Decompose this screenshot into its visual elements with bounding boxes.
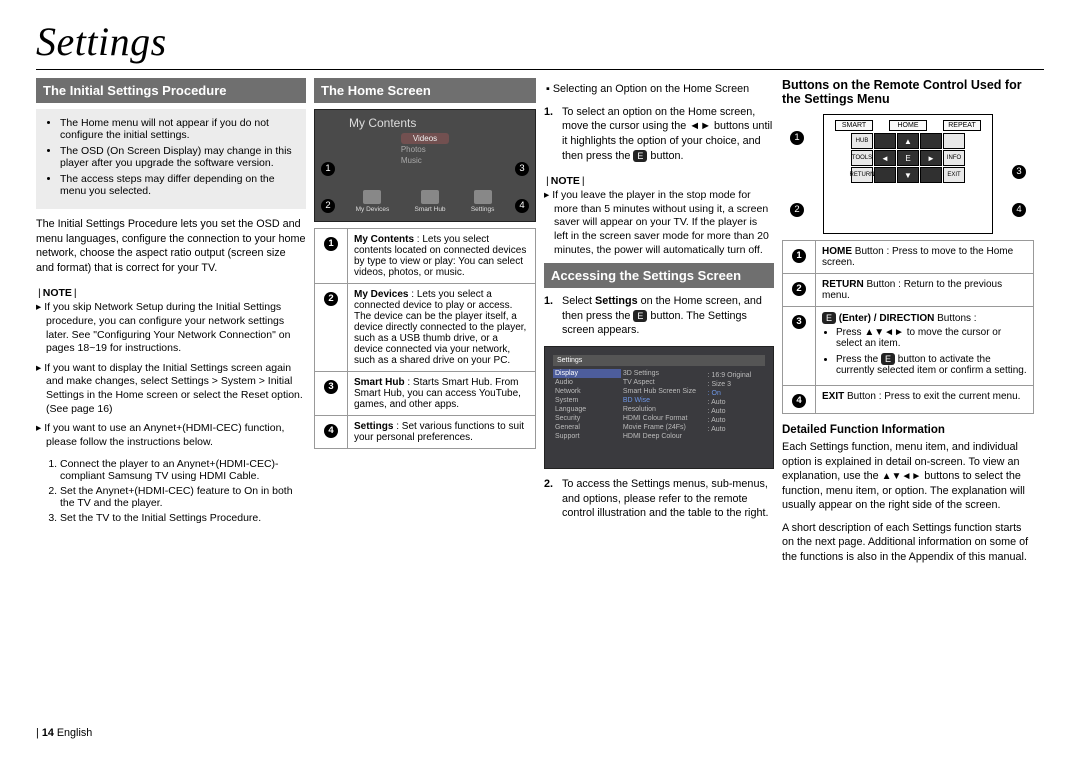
remote-btn: REPEAT	[943, 120, 981, 131]
section-home-screen: The Home Screen	[314, 78, 536, 103]
screen-menu: Videos Photos Music	[401, 133, 449, 167]
anynet-steps: Connect the player to an Anynet+(HDMI-CE…	[52, 458, 306, 527]
screen-title: My Contents	[315, 116, 535, 130]
up-arrow-icon: ▲	[897, 133, 919, 149]
screen-icon-row: My Devices Smart Hub Settings	[315, 190, 535, 213]
enter-button-icon: E	[881, 353, 895, 365]
callout-4-icon: 4	[1012, 203, 1026, 217]
home-callout-table: 1 My Contents : Lets you select contents…	[314, 228, 536, 449]
select-option-head: ▪ Selecting an Option on the Home Screen	[554, 82, 774, 97]
detail-p1: Each Settings function, menu item, and i…	[782, 440, 1034, 513]
step: 2. To access the Settings menus, sub-men…	[544, 477, 774, 521]
callout-3-icon: 3	[515, 162, 529, 176]
direction-arrows-icon: ▲▼◄►	[864, 327, 904, 338]
remote-btn: SMART	[835, 120, 873, 131]
callout-2-icon: 2	[790, 203, 804, 217]
section-accessing: Accessing the Settings Screen	[544, 263, 774, 288]
smarthub-icon	[421, 190, 439, 204]
step: 1. Select Settings on the Home screen, a…	[544, 294, 774, 338]
box-note: The access steps may differ depending on…	[60, 173, 296, 197]
detail-heading: Detailed Function Information	[782, 424, 1034, 436]
columns: The Initial Settings Procedure The Home …	[36, 78, 1044, 573]
col-2: The Home Screen My Contents Videos Photo…	[314, 78, 536, 573]
box-note: The Home menu will not appear if you do …	[60, 117, 296, 141]
left-arrow-icon: ◄	[874, 150, 896, 166]
note-item: If you skip Network Setup during the Ini…	[46, 301, 306, 356]
col-4: Buttons on the Remote Control Used for t…	[782, 78, 1034, 573]
settings-screen-preview: Settings Display Audio Network System La…	[544, 346, 774, 469]
box-note: The OSD (On Screen Display) may change i…	[60, 145, 296, 169]
enter-btn: E	[897, 150, 919, 166]
table-row: 2 RETURN Button : Return to the previous…	[783, 274, 1034, 307]
callout-2-icon: 2	[321, 199, 335, 213]
note-label: NOTE	[36, 287, 306, 299]
table-row: 4 EXIT Button : Press to exit the curren…	[783, 386, 1034, 414]
table-row: 1 HOME Button : Press to move to the Hom…	[783, 241, 1034, 274]
section-initial-settings: The Initial Settings Procedure	[36, 78, 306, 103]
enter-button-icon: E	[633, 150, 647, 162]
table-row: 4 Settings : Set various functions to su…	[315, 416, 536, 449]
title-rule	[36, 69, 1044, 70]
direction-arrows-icon: ▲▼◄►	[882, 470, 922, 484]
left-right-arrows-icon: ◄►	[689, 120, 711, 132]
table-row: 1 My Contents : Lets you select contents…	[315, 229, 536, 284]
detail-p2: A short description of each Settings fun…	[782, 521, 1034, 565]
table-row: 3 E (Enter) / DIRECTION Buttons : Press …	[783, 307, 1034, 386]
callout-1-icon: 1	[321, 162, 335, 176]
substep: Set the Anynet+(HDMI-CEC) feature to On …	[60, 485, 306, 509]
callout-1-icon: 1	[790, 131, 804, 145]
direction-pad: HUB ▲ TOOLS ◄ E ► INFO RETURN ▼ EXIT	[851, 133, 965, 183]
callout-4-icon: 4	[515, 199, 529, 213]
enter-button-icon: E	[633, 310, 647, 322]
page-title: Settings	[36, 18, 1044, 65]
down-arrow-icon: ▼	[897, 167, 919, 183]
col-1: The Initial Settings Procedure The Home …	[36, 78, 306, 573]
step: 1. To select an option on the Home scree…	[544, 105, 774, 164]
remote-btn: HOME	[889, 120, 927, 131]
remote-diagram: SMART HOME REPEAT HUB ▲ TOOLS ◄ E ► INFO…	[823, 114, 993, 234]
hub-btn: HUB	[851, 133, 873, 149]
manual-page: Settings The Initial Settings Procedure …	[0, 0, 1080, 761]
info-btn: INFO	[943, 150, 965, 166]
note-item: If you want to use an Anynet+(HDMI-CEC) …	[46, 422, 306, 449]
note-label: NOTE	[544, 175, 774, 187]
remote-diagram-wrap: SMART HOME REPEAT HUB ▲ TOOLS ◄ E ► INFO…	[782, 110, 1034, 240]
exit-btn: EXIT	[943, 167, 965, 183]
initial-body: The Initial Settings Procedure lets you …	[36, 217, 306, 275]
callout-3-icon: 3	[1012, 165, 1026, 179]
settings-icon	[474, 190, 492, 204]
note-item: If you leave the player in the stop mode…	[554, 189, 774, 257]
remote-callout-table: 1 HOME Button : Press to move to the Hom…	[782, 240, 1034, 414]
remote-heading: Buttons on the Remote Control Used for t…	[782, 78, 1034, 106]
col-3: ▪ Selecting an Option on the Home Screen…	[544, 78, 774, 573]
enter-button-icon: E	[822, 312, 836, 324]
home-screen-preview: My Contents Videos Photos Music My Devic…	[314, 109, 536, 222]
substep: Set the TV to the Initial Settings Proce…	[60, 512, 306, 524]
return-btn: RETURN	[851, 167, 873, 183]
page-footer: | 14 English	[36, 727, 92, 739]
substep: Connect the player to an Anynet+(HDMI-CE…	[60, 458, 306, 482]
note-item: If you want to display the Initial Setti…	[46, 362, 306, 417]
right-arrow-icon: ►	[920, 150, 942, 166]
table-row: 2 My Devices : Lets you select a connect…	[315, 284, 536, 372]
tools-btn: TOOLS	[851, 150, 873, 166]
table-row: 3 Smart Hub : Starts Smart Hub. From Sma…	[315, 372, 536, 416]
highlight-box: The Home menu will not appear if you do …	[36, 109, 306, 209]
device-icon	[363, 190, 381, 204]
